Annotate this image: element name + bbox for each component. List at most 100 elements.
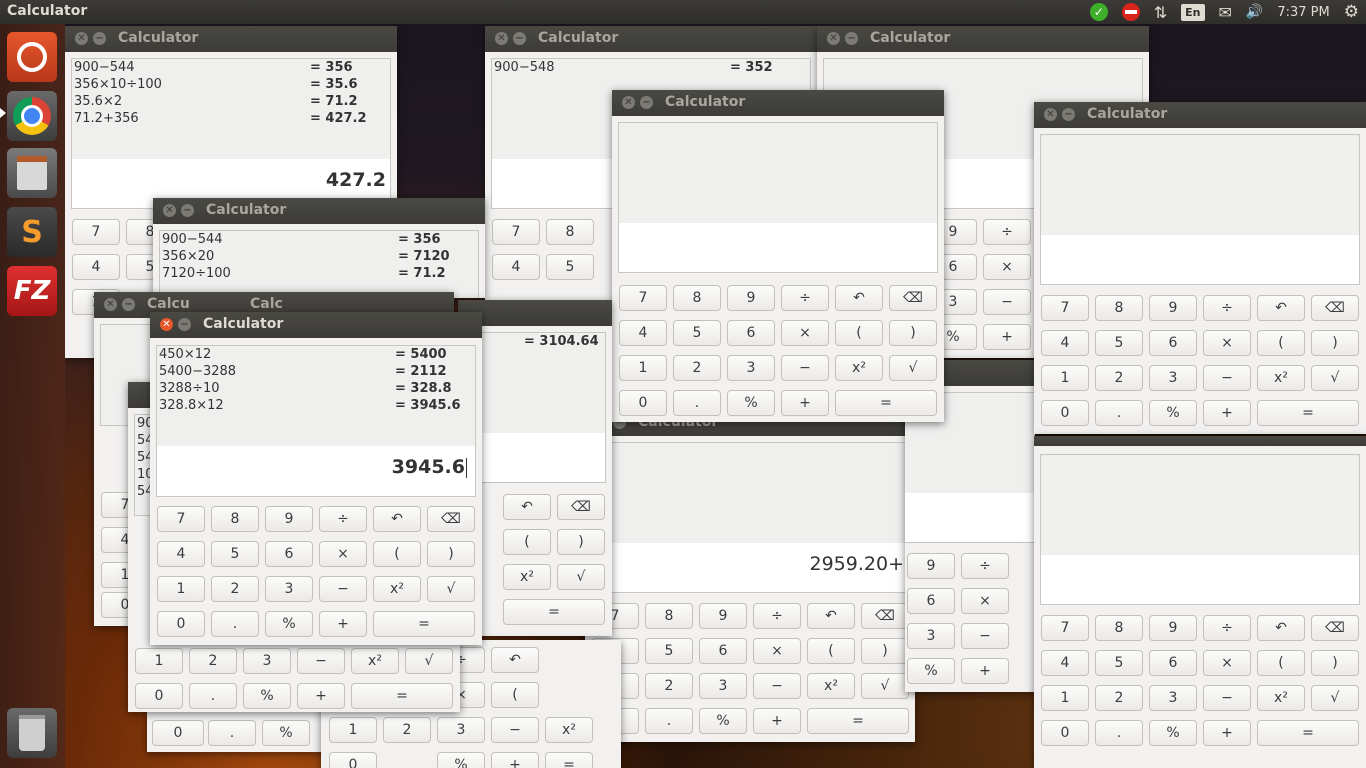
key-equals[interactable]: = <box>503 599 605 625</box>
history-row[interactable]: 900−548 = 352 <box>492 59 810 76</box>
undo-button[interactable]: ↶ <box>807 603 855 629</box>
key-7[interactable]: 7 <box>1041 615 1089 641</box>
key-0[interactable]: 0 <box>1041 400 1089 426</box>
key-square[interactable]: x² <box>1257 685 1305 711</box>
history-row[interactable]: 71.2+356 = 427.2 <box>72 110 390 127</box>
key-add[interactable]: + <box>1203 720 1251 746</box>
key-2[interactable]: 2 <box>673 355 721 381</box>
key-decimal[interactable]: . <box>645 708 693 734</box>
key-open-paren[interactable]: ( <box>503 529 551 555</box>
history-row[interactable]: 450×12 = 5400 <box>157 346 475 363</box>
key-subtract[interactable]: − <box>491 717 539 743</box>
key-7[interactable]: 7 <box>1041 295 1089 321</box>
key-2[interactable]: 2 <box>211 576 259 602</box>
session-indicator[interactable]: ⚙ <box>1337 0 1366 24</box>
key-3[interactable]: 3 <box>265 576 313 602</box>
undo-button[interactable]: ↶ <box>1257 615 1305 641</box>
key-close-paren[interactable]: ) <box>1311 650 1359 676</box>
key-close-paren[interactable]: ) <box>861 638 909 664</box>
key-percent[interactable]: % <box>243 683 291 709</box>
key-percent[interactable]: % <box>262 720 310 746</box>
key-0[interactable]: 0 <box>157 611 205 637</box>
key-8[interactable]: 8 <box>1095 295 1143 321</box>
key-close-paren[interactable]: ) <box>557 529 605 555</box>
mail-indicator[interactable]: ✉ <box>1212 0 1239 24</box>
backspace-button[interactable]: ⌫ <box>1311 615 1359 641</box>
key-percent[interactable]: % <box>727 390 775 416</box>
key-square[interactable]: x² <box>807 673 855 699</box>
key-equals[interactable]: = <box>1257 720 1359 746</box>
key-8[interactable]: 8 <box>1095 615 1143 641</box>
key-multiply[interactable]: × <box>961 588 1009 614</box>
key-percent[interactable]: % <box>437 752 485 768</box>
key-divide[interactable]: ÷ <box>753 603 801 629</box>
key-square[interactable]: x² <box>373 576 421 602</box>
history-row[interactable]: 900−544 = 356 <box>160 231 478 248</box>
trash-launcher-button[interactable] <box>7 708 57 758</box>
key-7[interactable]: 7 <box>492 219 540 245</box>
key-0[interactable]: 0 <box>619 390 667 416</box>
window-titlebar[interactable]: ✕−Calculator <box>65 26 397 52</box>
key-1[interactable]: 1 <box>1041 685 1089 711</box>
backspace-button[interactable]: ⌫ <box>1311 295 1359 321</box>
key-9[interactable]: 9 <box>727 285 775 311</box>
key-percent[interactable]: % <box>1149 400 1197 426</box>
window-titlebar[interactable]: ✕−Calculator <box>1034 102 1366 128</box>
key-square[interactable]: x² <box>835 355 883 381</box>
key-5[interactable]: 5 <box>1095 650 1143 676</box>
minimize-icon[interactable]: − <box>513 32 526 45</box>
key-subtract[interactable]: − <box>753 673 801 699</box>
key-9[interactable]: 9 <box>699 603 747 629</box>
key-subtract[interactable]: − <box>319 576 367 602</box>
display-input[interactable]: 3945.6 <box>156 446 476 497</box>
key-equals[interactable]: = <box>373 611 475 637</box>
close-icon[interactable]: ✕ <box>495 32 508 45</box>
undo-button[interactable]: ↶ <box>373 506 421 532</box>
undo-button[interactable]: ↶ <box>835 285 883 311</box>
minimize-icon[interactable]: − <box>1062 108 1075 121</box>
key-9[interactable]: 9 <box>265 506 313 532</box>
clock[interactable]: 7:37 PM <box>1270 0 1336 24</box>
history-row[interactable]: 35.6×2 = 71.2 <box>72 93 390 110</box>
key-4[interactable]: 4 <box>72 254 120 280</box>
key-open-paren[interactable]: ( <box>373 541 421 567</box>
key-4[interactable]: 4 <box>1041 650 1089 676</box>
key-close-paren[interactable]: ) <box>889 320 937 346</box>
key-sqrt[interactable]: √ <box>889 355 937 381</box>
key-multiply[interactable]: × <box>753 638 801 664</box>
key-5[interactable]: 5 <box>546 254 594 280</box>
minimize-icon[interactable]: − <box>93 32 106 45</box>
undo-button[interactable]: ↶ <box>491 647 539 673</box>
key-3[interactable]: 3 <box>1149 685 1197 711</box>
key-4[interactable]: 4 <box>619 320 667 346</box>
key-7[interactable]: 7 <box>619 285 667 311</box>
key-equals[interactable]: = <box>807 708 909 734</box>
key-multiply[interactable]: × <box>1203 330 1251 356</box>
close-icon[interactable]: ✕ <box>104 298 117 311</box>
key-5[interactable]: 5 <box>645 638 693 664</box>
undo-button[interactable]: ↶ <box>503 494 551 520</box>
key-divide[interactable]: ÷ <box>1203 615 1251 641</box>
key-sqrt[interactable]: √ <box>861 673 909 699</box>
key-sqrt[interactable]: √ <box>405 648 453 674</box>
minimize-icon[interactable]: − <box>181 204 194 217</box>
display-input[interactable] <box>1040 555 1360 605</box>
keyboard-indicator[interactable]: En <box>1174 0 1211 24</box>
key-subtract[interactable]: − <box>297 648 345 674</box>
key-sqrt[interactable]: √ <box>1311 365 1359 391</box>
key-equals[interactable]: = <box>351 683 453 709</box>
key-divide[interactable]: ÷ <box>961 553 1009 579</box>
key-divide[interactable]: ÷ <box>319 506 367 532</box>
key-5[interactable]: 5 <box>211 541 259 567</box>
key-square[interactable]: x² <box>503 564 551 590</box>
files-launcher-button[interactable] <box>7 148 57 198</box>
chrome-launcher-button[interactable] <box>7 91 57 141</box>
network-indicator[interactable] <box>1115 0 1147 24</box>
key-add[interactable]: + <box>1203 400 1251 426</box>
key-add[interactable]: + <box>319 611 367 637</box>
minimize-icon[interactable]: − <box>178 318 191 331</box>
key-subtract[interactable]: − <box>961 623 1009 649</box>
transfer-indicator[interactable]: ⇅ <box>1147 0 1174 24</box>
key-3[interactable]: 3 <box>243 648 291 674</box>
key-7[interactable]: 7 <box>157 506 205 532</box>
